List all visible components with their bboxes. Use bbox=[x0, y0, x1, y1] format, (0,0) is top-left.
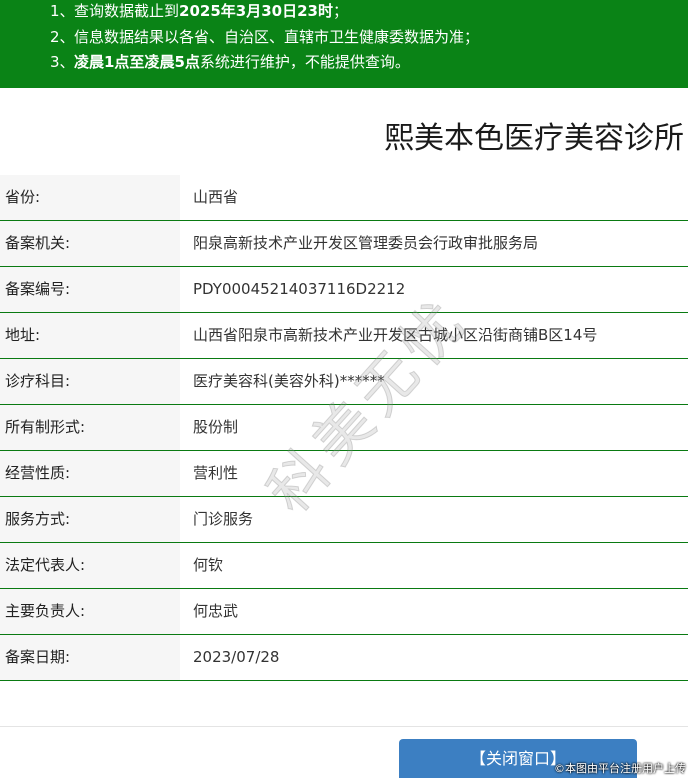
upload-credit: ©本图由平台注册用户上传 bbox=[554, 762, 686, 775]
info-row: 诊疗科目: 医疗美容科(美容外科)****** bbox=[0, 359, 688, 405]
notice-number: 2、 bbox=[50, 28, 75, 46]
page-title: 熙美本色医疗美容诊所 bbox=[384, 121, 684, 156]
notice-text: 信息数据结果以各省、自治区、直辖市卫生健康委数据为准； bbox=[74, 28, 480, 46]
notice-line-2: 2、信息数据结果以各省、自治区、直辖市卫生健康委数据为准； bbox=[50, 26, 479, 48]
info-value: 医疗美容科(美容外科)****** bbox=[193, 372, 385, 390]
notice-number: 3、 bbox=[50, 53, 75, 71]
info-label: 备案编号: bbox=[0, 267, 180, 312]
info-label: 服务方式: bbox=[0, 497, 180, 542]
info-label: 主要负责人: bbox=[0, 589, 180, 634]
info-label: 地址: bbox=[0, 313, 180, 358]
info-value: 2023/07/28 bbox=[193, 648, 280, 666]
info-row: 省份: 山西省 bbox=[0, 175, 688, 221]
info-label: 诊疗科目: bbox=[0, 359, 180, 404]
info-value: 何钦 bbox=[193, 556, 224, 574]
notice-bold-text: 凌晨1点至凌晨5点 bbox=[74, 53, 200, 71]
notice-number: 1、 bbox=[50, 2, 75, 20]
info-row: 备案日期: 2023/07/28 bbox=[0, 635, 688, 681]
info-row: 地址: 山西省阳泉市高新技术产业开发区古城小区沿街商铺B区14号 bbox=[0, 313, 688, 359]
notice-banner: 1、查询数据截止到2025年3月30日23时； 2、信息数据结果以各省、自治区、… bbox=[0, 0, 688, 88]
info-value: 营利性 bbox=[193, 464, 239, 482]
notice-text: 查询数据截止到 bbox=[74, 2, 180, 20]
info-label: 经营性质: bbox=[0, 451, 180, 496]
info-row: 备案机关: 阳泉高新技术产业开发区管理委员会行政审批服务局 bbox=[0, 221, 688, 267]
info-value: 门诊服务 bbox=[193, 510, 254, 528]
info-value: 何忠武 bbox=[193, 602, 239, 620]
info-label: 法定代表人: bbox=[0, 543, 180, 588]
info-row: 所有制形式: 股份制 bbox=[0, 405, 688, 451]
info-row: 经营性质: 营利性 bbox=[0, 451, 688, 497]
info-row: 服务方式: 门诊服务 bbox=[0, 497, 688, 543]
notice-bold-text: 2025年3月30日23时 bbox=[179, 2, 333, 20]
info-value: 山西省阳泉市高新技术产业开发区古城小区沿街商铺B区14号 bbox=[193, 326, 598, 344]
info-row: 主要负责人: 何忠武 bbox=[0, 589, 688, 635]
info-label: 省份: bbox=[0, 175, 180, 220]
info-table: 省份: 山西省 备案机关: 阳泉高新技术产业开发区管理委员会行政审批服务局 备案编号: P… bbox=[0, 175, 688, 681]
info-label: 所有制形式: bbox=[0, 405, 180, 450]
notice-line-3: 3、凌晨1点至凌晨5点系统进行维护，不能提供查询。 bbox=[50, 51, 410, 73]
notice-text: ； bbox=[332, 2, 348, 20]
info-value: 股份制 bbox=[193, 418, 239, 436]
info-row: 法定代表人: 何钦 bbox=[0, 543, 688, 589]
info-row: 备案编号: PDY00045214037116D2212 bbox=[0, 267, 688, 313]
notice-text: 系统进行维护，不能提供查询。 bbox=[199, 53, 410, 71]
divider bbox=[0, 726, 688, 727]
info-label: 备案日期: bbox=[0, 635, 180, 680]
info-label: 备案机关: bbox=[0, 221, 180, 266]
info-value: 山西省 bbox=[193, 188, 239, 206]
info-value: PDY00045214037116D2212 bbox=[193, 280, 406, 298]
notice-line-1: 1、查询数据截止到2025年3月30日23时； bbox=[50, 0, 348, 22]
info-value: 阳泉高新技术产业开发区管理委员会行政审批服务局 bbox=[193, 234, 539, 252]
